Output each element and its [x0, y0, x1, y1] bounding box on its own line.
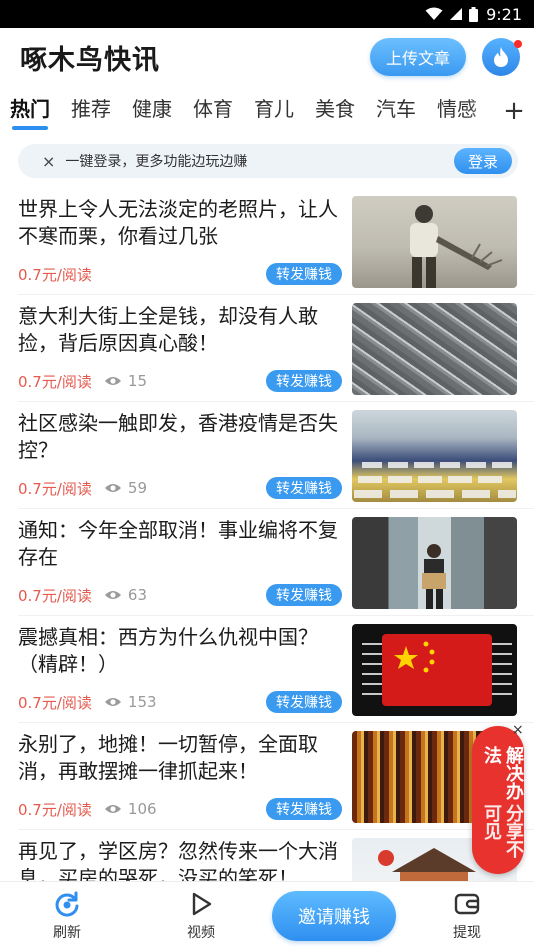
nav-video-label: 视频 — [187, 925, 215, 941]
wallet-icon — [452, 889, 482, 919]
article-reward: 0.7元/阅读 — [18, 693, 92, 712]
nav-refresh[interactable]: 刷新 — [0, 889, 134, 942]
article-item[interactable]: 永别了，地摊！一切暂停，全面取消，再敢摆摊一律抓起来！ 0.7元/阅读 106 … — [0, 729, 534, 836]
app-title: 啄木鸟快讯 — [20, 44, 160, 76]
battery-icon — [469, 6, 479, 22]
old-photo-image — [410, 205, 503, 288]
article-item[interactable]: 通知：今年全部取消！事业编将不复存在 0.7元/阅读 63 转发赚钱 — [0, 515, 534, 622]
share-earn-button[interactable]: 转发赚钱 — [266, 263, 342, 285]
office-photo-image — [422, 544, 446, 609]
article-title[interactable]: 社区感染一触即发，香港疫情是否失控？ — [18, 410, 342, 466]
eye-icon — [104, 484, 121, 492]
article-title[interactable]: 震撼真相：西方为什么仇视中国？（精辟！） — [18, 624, 342, 680]
article-reward: 0.7元/阅读 — [18, 800, 92, 819]
close-banner-button[interactable]: × — [42, 152, 55, 171]
view-count: 106 — [127, 800, 157, 818]
login-button[interactable]: 登录 — [453, 148, 512, 174]
view-count: 59 — [127, 479, 148, 497]
article-item[interactable]: 世界上令人无法淡定的老照片，让人不寒而栗，你看过几张 0.7元/阅读 转发赚钱 — [0, 194, 534, 301]
wifi-icon — [425, 7, 443, 20]
article-title[interactable]: 通知：今年全部取消！事业编将不复存在 — [18, 517, 342, 573]
eye-icon — [104, 591, 121, 599]
article-thumbnail[interactable] — [352, 410, 517, 502]
tab-parenting[interactable]: 育儿 — [254, 93, 294, 132]
view-count: 63 — [127, 586, 148, 604]
app-header: 啄木鸟快讯 上传文章 — [0, 28, 534, 86]
view-count: 15 — [127, 372, 148, 390]
chip-flag-image — [362, 634, 512, 706]
article-title[interactable]: 再见了，学区房？忽然传来一个大消息，买房的哭死，没买的笑死！ — [18, 838, 342, 881]
article-reward: 0.7元/阅读 — [18, 479, 92, 498]
status-bar: 9:21 — [0, 0, 534, 28]
eye-icon — [104, 377, 121, 385]
float-ad-share-text: 分享不可见 — [481, 804, 524, 858]
share-earn-button[interactable]: 转发赚钱 — [266, 370, 342, 392]
float-ad-solution-text: 解决办法 — [481, 746, 524, 800]
share-earn-button[interactable]: 转发赚钱 — [266, 691, 342, 713]
share-earn-button[interactable]: 转发赚钱 — [266, 798, 342, 820]
item-divider — [18, 401, 534, 402]
item-divider — [18, 508, 534, 509]
play-icon — [186, 889, 216, 919]
item-divider — [18, 615, 534, 616]
tab-food[interactable]: 美食 — [315, 93, 355, 132]
refresh-icon — [52, 889, 82, 919]
float-ad-banner[interactable]: 解决办法 分享不可见 — [472, 726, 524, 874]
article-reward: 0.7元/阅读 — [18, 586, 92, 605]
article-thumbnail[interactable] — [352, 196, 517, 288]
login-banner: × 一键登录，更多功能边玩边赚 登录 — [18, 144, 518, 178]
article-title[interactable]: 永别了，地摊！一切暂停，全面取消，再敢摆摊一律抓起来！ — [18, 731, 342, 787]
item-divider — [18, 294, 534, 295]
invite-earn-button[interactable]: 邀请赚钱 — [272, 890, 396, 941]
float-ad-close-button[interactable]: × — [512, 722, 524, 738]
hot-rewards-button[interactable] — [482, 38, 522, 76]
item-divider — [18, 829, 534, 830]
share-earn-button[interactable]: 转发赚钱 — [266, 477, 342, 499]
add-tab-button[interactable]: + — [494, 86, 534, 132]
eye-icon — [104, 805, 121, 813]
article-thumbnail[interactable] — [352, 624, 517, 716]
article-item[interactable]: 意大利大街上全是钱，却没有人敢捡，背后原因真心酸！ 0.7元/阅读 15 转发赚… — [0, 301, 534, 408]
tab-health[interactable]: 健康 — [132, 93, 172, 132]
article-item[interactable]: 震撼真相：西方为什么仇视中国？（精辟！） 0.7元/阅读 153 转发赚钱 — [0, 622, 534, 729]
article-item[interactable]: 社区感染一触即发，香港疫情是否失控？ 0.7元/阅读 59 转发赚钱 — [0, 408, 534, 515]
nav-withdraw-label: 提现 — [453, 925, 481, 941]
nav-refresh-label: 刷新 — [53, 925, 81, 941]
signal-icon — [450, 8, 463, 20]
nav-withdraw[interactable]: 提现 — [400, 889, 534, 942]
item-divider — [18, 722, 534, 723]
category-tabs: 热门 推荐 健康 体育 育儿 美食 汽车 情感 + — [0, 86, 534, 132]
article-reward: 0.7元/阅读 — [18, 265, 92, 284]
share-earn-button[interactable]: 转发赚钱 — [266, 584, 342, 606]
tab-auto[interactable]: 汽车 — [376, 93, 416, 132]
article-reward: 0.7元/阅读 — [18, 372, 92, 391]
article-title[interactable]: 意大利大街上全是钱，却没有人敢捡，背后原因真心酸！ — [18, 303, 342, 359]
nav-video[interactable]: 视频 — [134, 889, 268, 942]
article-feed[interactable]: 世界上令人无法淡定的老照片，让人不寒而栗，你看过几张 0.7元/阅读 转发赚钱 … — [0, 194, 534, 881]
bottom-nav: 刷新 视频 邀请赚钱 提现 — [0, 881, 534, 949]
login-banner-text: 一键登录，更多功能边玩边赚 — [65, 154, 248, 170]
article-item[interactable]: 再见了，学区房？忽然传来一个大消息，买房的哭死，没买的笑死！ — [0, 836, 534, 881]
eye-icon — [104, 698, 121, 706]
article-thumbnail[interactable] — [352, 517, 517, 609]
tab-sports[interactable]: 体育 — [193, 93, 233, 132]
article-title[interactable]: 世界上令人无法淡定的老照片，让人不寒而栗，你看过几张 — [18, 196, 342, 252]
hall-photo-image — [354, 462, 516, 498]
status-icons — [425, 6, 479, 22]
notification-dot — [514, 40, 522, 48]
upload-article-button[interactable]: 上传文章 — [369, 38, 466, 76]
article-thumbnail[interactable] — [352, 303, 517, 395]
view-count: 153 — [127, 693, 157, 711]
tab-recommend[interactable]: 推荐 — [71, 93, 111, 132]
status-time: 9:21 — [486, 4, 522, 24]
tab-hot[interactable]: 热门 — [10, 93, 50, 132]
flame-icon — [494, 47, 508, 67]
